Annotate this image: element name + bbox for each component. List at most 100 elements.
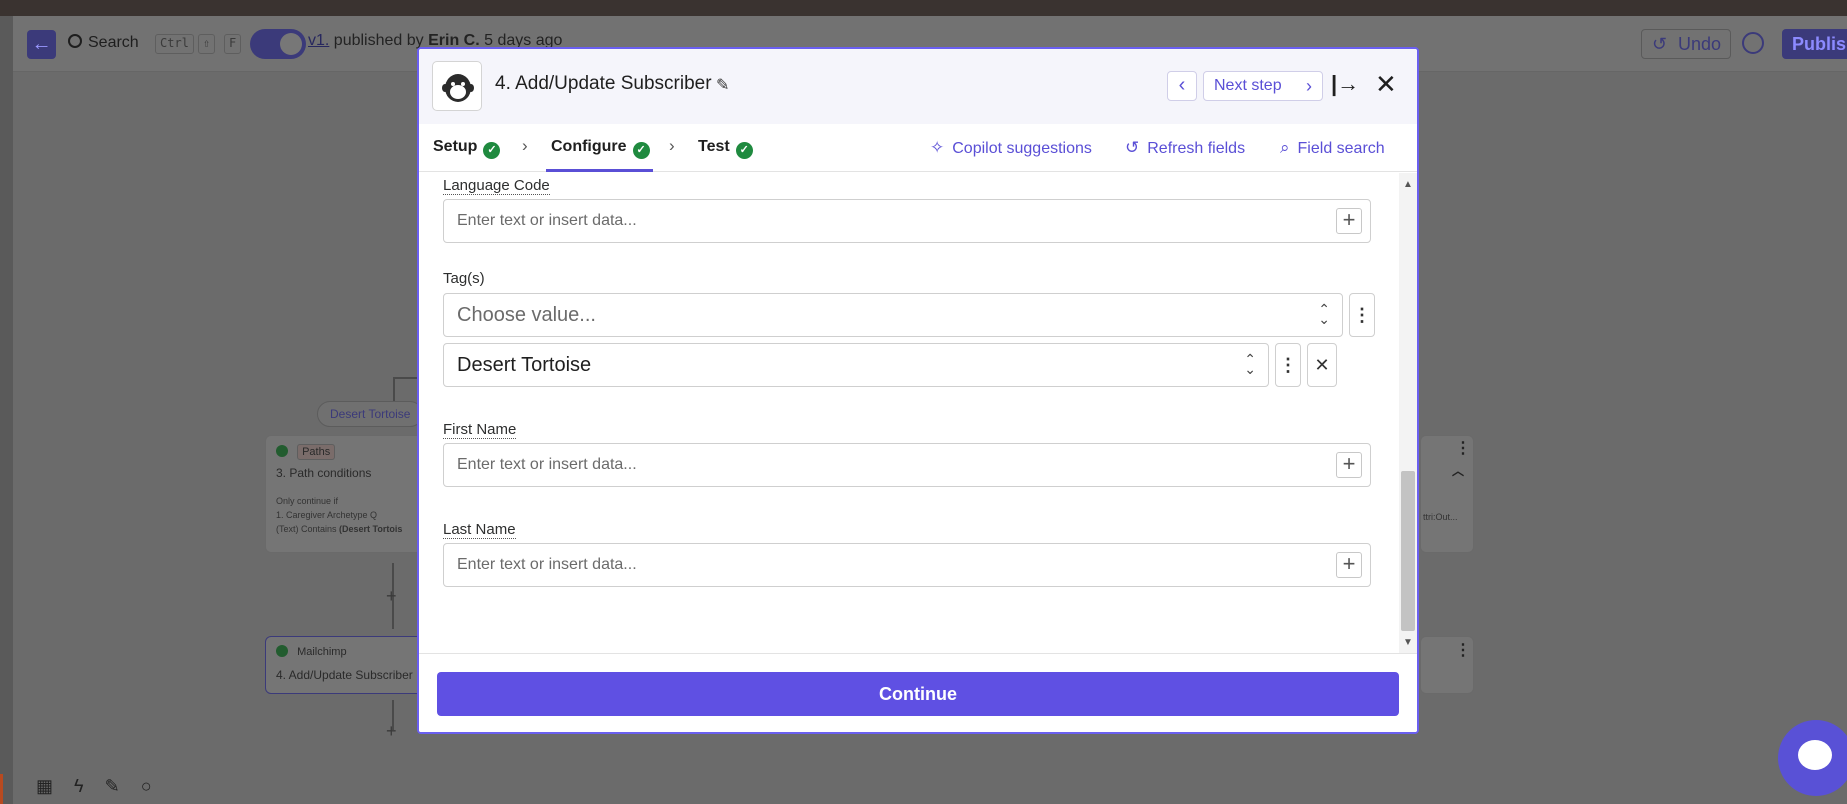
tag-value-select[interactable]: Desert Tortoise ⌃ ⌄ [443, 343, 1269, 387]
chat-support-button[interactable] [1778, 720, 1847, 796]
selected-tag: Desert Tortoise [457, 354, 592, 376]
publish-button[interactable]: Publish [1782, 29, 1847, 59]
language-code-input[interactable]: Enter text or insert data... + [443, 199, 1371, 243]
scroll-up-icon[interactable]: ▲ [1403, 179, 1413, 190]
next-step-label: Next step [1214, 77, 1282, 94]
mailchimp-step-card[interactable]: Mailchimp 4. Add/Update Subscriber [265, 636, 425, 694]
wrench-icon[interactable]: ✎ [105, 776, 120, 796]
tab-setup[interactable]: Setup ✓ [433, 138, 501, 159]
copilot-label: Copilot suggestions [952, 140, 1092, 157]
continue-button[interactable]: Continue [437, 672, 1399, 716]
left-marker [0, 774, 3, 804]
field-search-button[interactable]: ⌕ Field search [1280, 138, 1385, 158]
add-step-icon[interactable]: + [386, 721, 397, 742]
check-icon [276, 645, 288, 657]
close-icon: ✕ [1314, 355, 1330, 375]
last-name-input[interactable]: Enter text or insert data... + [443, 543, 1371, 587]
search-button[interactable]: Search [68, 34, 139, 52]
field-search-label: Field search [1297, 140, 1385, 157]
step-title: 4. Add/Update Subscriber [276, 668, 413, 682]
refresh-label: Refresh fields [1147, 140, 1246, 157]
refresh-icon: ↺ [1125, 138, 1140, 157]
refresh-fields-button[interactable]: ↺ Refresh fields [1125, 138, 1245, 158]
search-icon [68, 34, 82, 48]
mailchimp-logo-icon [442, 74, 474, 102]
modal-header: 4. Add/Update Subscriber ✎ ‹ Next step ›… [419, 49, 1417, 124]
copilot-suggestions-button[interactable]: ✧ Copilot suggestions [930, 138, 1092, 158]
next-step-button[interactable]: Next step › [1203, 71, 1323, 101]
insert-data-plus-icon[interactable]: + [1336, 552, 1362, 578]
previous-step-button[interactable]: ‹ [1167, 71, 1197, 101]
chevron-right-icon: › [522, 136, 528, 155]
kebab-menu-icon: ⋮ [1279, 355, 1297, 375]
condition-line: Only continue if [276, 496, 339, 506]
scrollbar-thumb[interactable] [1401, 471, 1415, 631]
apps-icon[interactable]: ▦ [36, 776, 53, 796]
search-label: Search [88, 34, 139, 51]
tab-label: Setup [433, 138, 478, 155]
input-placeholder: Enter text or insert data... [457, 556, 637, 573]
step-title: 4. Add/Update Subscriber [495, 73, 712, 94]
paths-badge: Paths [297, 444, 336, 460]
undo-button[interactable]: ↺ Undo [1641, 29, 1731, 59]
paths-step-card[interactable]: Paths 3. Path conditions Only continue i… [265, 435, 425, 553]
input-placeholder: Enter text or insert data... [457, 456, 637, 473]
search-icon: ⌕ [1280, 138, 1290, 157]
select-placeholder: Choose value... [457, 304, 596, 326]
step-title: 3. Path conditions [276, 466, 372, 480]
canvas-toolbar: ▦ ϟ ✎ ○ [36, 776, 168, 797]
kebab-menu-icon: ⋮ [1353, 305, 1371, 325]
connector-line [393, 377, 395, 403]
version-link[interactable]: v1. [308, 32, 329, 49]
mailchimp-logo [432, 61, 482, 111]
insert-data-plus-icon[interactable]: + [1336, 208, 1362, 234]
configure-form: Language Code Enter text or insert data.… [419, 173, 1417, 653]
tags-label: Tag(s) [443, 270, 485, 287]
chevron-right-icon: › [1306, 76, 1312, 96]
os-top-strip [0, 0, 1847, 16]
pencil-icon[interactable]: ✎ [716, 75, 729, 95]
tab-configure[interactable]: Configure ✓ [551, 138, 650, 159]
bolt-icon[interactable]: ϟ [74, 776, 84, 796]
undo-label: Undo [1678, 34, 1722, 54]
input-placeholder: Enter text or insert data... [457, 212, 637, 229]
scroll-down-icon[interactable]: ▼ [1403, 637, 1413, 648]
condition-value: (Desert Tortois [339, 524, 403, 534]
last-name-label: Last Name [443, 521, 516, 539]
add-step-icon[interactable]: + [386, 586, 397, 607]
insert-data-plus-icon[interactable]: + [1336, 452, 1362, 478]
tag-value-options-button[interactable]: ⋮ [1275, 343, 1301, 387]
tags-options-button[interactable]: ⋮ [1349, 293, 1375, 337]
right-card-snippet: ttri:Out... [1423, 512, 1458, 522]
chevron-left-icon: ‹ [1178, 74, 1186, 96]
history-icon[interactable] [1742, 32, 1764, 54]
kebab-menu-icon[interactable]: ⋮ [1455, 438, 1471, 458]
modal-footer: Continue [419, 653, 1417, 732]
tab-label: Test [698, 138, 730, 155]
chevron-up-icon[interactable]: ︿ [1452, 462, 1464, 479]
select-arrows-icon: ⌃ ⌄ [1244, 351, 1256, 377]
step-tabs: Setup ✓ › Configure ✓ › Test ✓ ✧ Copilot sug… [419, 124, 1417, 172]
undo-icon: ↺ [1652, 34, 1668, 54]
sparkle-icon: ✧ [930, 138, 945, 157]
search-icon[interactable]: ○ [141, 776, 152, 796]
first-name-input[interactable]: Enter text or insert data... + [443, 443, 1371, 487]
condition-field: 1. Caregiver Archetype Q [276, 510, 378, 520]
path-pill[interactable]: Desert Tortoise [317, 401, 424, 427]
tab-test[interactable]: Test ✓ [698, 138, 753, 159]
tab-label: Configure [551, 138, 627, 155]
form-scrollbar[interactable]: ▲ ▼ [1399, 173, 1417, 653]
close-icon[interactable]: ✕ [1375, 69, 1397, 100]
back-button[interactable]: ← [27, 30, 56, 59]
check-circle-icon: ✓ [632, 142, 650, 159]
zap-status-toggle[interactable] [250, 29, 306, 59]
expand-panel-icon[interactable]: |→ [1331, 71, 1359, 97]
check-icon [276, 445, 288, 457]
shortcut-key-ctrl: Ctrl [155, 34, 194, 54]
tags-choose-select[interactable]: Choose value... ⌃ ⌄ [443, 293, 1343, 337]
first-name-label: First Name [443, 421, 517, 439]
condition-rule: (Text) Contains (Desert Tortois [276, 524, 414, 534]
mailchimp-app-label: Mailchimp [297, 646, 347, 658]
remove-tag-button[interactable]: ✕ [1307, 343, 1337, 387]
kebab-menu-icon[interactable]: ⋮ [1455, 640, 1471, 660]
